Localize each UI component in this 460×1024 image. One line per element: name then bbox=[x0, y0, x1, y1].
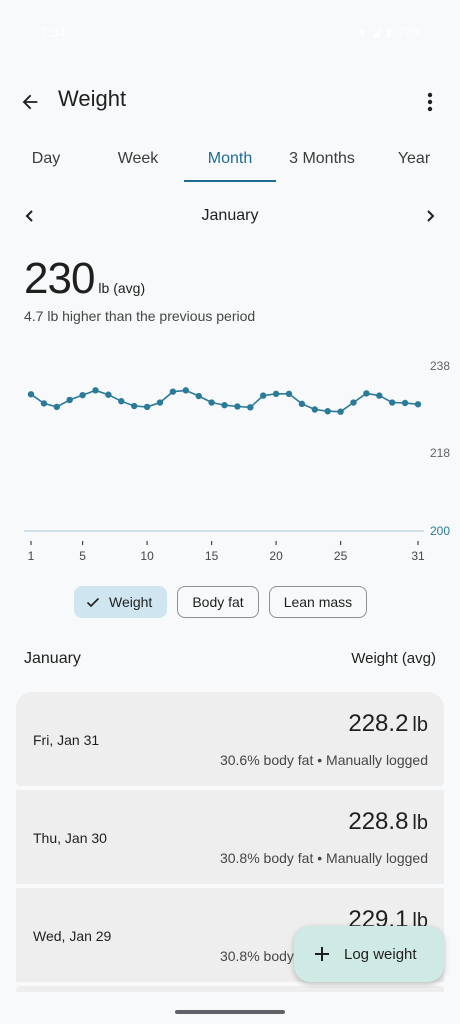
x-tick-label: 25 bbox=[334, 549, 348, 563]
data-point[interactable] bbox=[285, 390, 293, 398]
data-point[interactable] bbox=[131, 402, 138, 410]
entry-date: Thu, Jan 30 bbox=[33, 830, 107, 846]
period-tabs: Day Week Month 3 Months Year bbox=[0, 136, 460, 184]
data-point[interactable] bbox=[247, 404, 254, 411]
data-point[interactable] bbox=[324, 408, 331, 415]
summary-comparison: 4.7 lb higher than the previous period bbox=[24, 308, 256, 324]
arrow-back-icon bbox=[22, 94, 38, 110]
x-tick-label: 20 bbox=[269, 549, 283, 563]
tab-year[interactable]: Year bbox=[368, 136, 460, 184]
list-item[interactable]: Thu, Jan 30 228.8 lb 30.8% body fat • Man… bbox=[16, 790, 444, 884]
back-button[interactable] bbox=[12, 84, 48, 120]
more-vert-icon bbox=[427, 92, 433, 112]
check-icon bbox=[85, 594, 101, 610]
x-tick-label: 31 bbox=[411, 549, 425, 563]
data-point[interactable] bbox=[401, 399, 409, 407]
data-point[interactable] bbox=[234, 403, 241, 410]
entry-value-number: 228.2 bbox=[348, 710, 409, 737]
chip-lean-mass[interactable]: Lean mass bbox=[268, 586, 368, 618]
data-point[interactable] bbox=[66, 396, 73, 404]
data-point[interactable] bbox=[79, 391, 86, 399]
weight-series-line bbox=[30, 389, 419, 413]
entry-details: 30.6% body fat • Manually logged bbox=[219, 752, 428, 768]
chevron-right-icon bbox=[427, 210, 435, 222]
y-tick-label: 200 bbox=[430, 524, 450, 538]
entry-value: 228.2 lb bbox=[348, 710, 428, 738]
list-item[interactable]: Fri, Jan 31 228.2 lb 30.6% body fat • Man… bbox=[16, 692, 444, 786]
weight-chart[interactable]: 2382182001 5 10 15 20 25 31 bbox=[0, 350, 460, 570]
log-weight-button[interactable]: Log weight bbox=[294, 926, 444, 982]
x-tick-label: 1 bbox=[28, 549, 35, 563]
data-point[interactable] bbox=[208, 399, 215, 406]
data-point[interactable] bbox=[195, 392, 202, 400]
list-item[interactable] bbox=[16, 986, 444, 992]
signal-icon: ◢ bbox=[371, 26, 380, 39]
entry-value-unit: lb bbox=[412, 812, 428, 834]
chip-weight[interactable]: Weight bbox=[74, 586, 168, 618]
chip-weight-label: Weight bbox=[109, 594, 153, 610]
page-title: Weight bbox=[58, 86, 127, 111]
more-options-button[interactable] bbox=[414, 84, 446, 120]
data-point[interactable] bbox=[311, 406, 318, 413]
status-icons: ▾ ◢ ▮ 72% bbox=[360, 26, 420, 39]
wifi-icon: ▾ bbox=[359, 26, 366, 39]
tab-day[interactable]: Day bbox=[0, 136, 92, 184]
data-point[interactable] bbox=[363, 390, 370, 397]
next-period-button[interactable] bbox=[416, 202, 444, 230]
app-bar: Weight bbox=[0, 80, 460, 124]
entry-date: Fri, Jan 31 bbox=[33, 732, 100, 748]
list-header-month: January bbox=[24, 650, 81, 667]
x-tick-label: 10 bbox=[140, 549, 154, 563]
chip-body-fat-label: Body fat bbox=[192, 594, 244, 610]
tab-3-months[interactable]: 3 Months bbox=[276, 136, 368, 184]
chip-body-fat[interactable]: Body fat bbox=[177, 586, 259, 618]
list-header-metric: Weight (avg) bbox=[351, 650, 436, 667]
period-navigation: January bbox=[0, 200, 460, 232]
period-label: January bbox=[201, 207, 259, 224]
data-point[interactable] bbox=[260, 392, 267, 399]
entry-value: 228.8 lb bbox=[348, 808, 428, 836]
data-point[interactable] bbox=[156, 399, 164, 406]
data-point[interactable] bbox=[221, 401, 228, 409]
home-indicator[interactable] bbox=[175, 1010, 285, 1014]
data-point[interactable] bbox=[53, 403, 60, 411]
data-point[interactable] bbox=[414, 401, 422, 408]
entry-date: Wed, Jan 29 bbox=[33, 928, 112, 944]
tab-month[interactable]: Month bbox=[184, 136, 276, 184]
status-time: 7:34 bbox=[40, 24, 66, 40]
summary-unit: lb (avg) bbox=[98, 280, 146, 296]
data-point[interactable] bbox=[118, 398, 125, 405]
data-point[interactable] bbox=[92, 387, 99, 394]
data-point[interactable] bbox=[143, 403, 151, 411]
data-point[interactable] bbox=[350, 399, 357, 406]
log-weight-label: Log weight bbox=[344, 945, 417, 963]
data-point[interactable] bbox=[105, 391, 112, 398]
entry-value-unit: lb bbox=[412, 714, 428, 736]
data-point[interactable] bbox=[298, 400, 306, 408]
battery-level: 72% bbox=[397, 26, 420, 38]
list-header: January Weight (avg) bbox=[24, 650, 436, 674]
y-tick-label: 238 bbox=[430, 359, 450, 373]
data-point[interactable] bbox=[376, 392, 383, 399]
data-point[interactable] bbox=[389, 399, 396, 406]
entry-value-number: 228.8 bbox=[348, 808, 409, 835]
chip-lean-mass-label: Lean mass bbox=[283, 594, 353, 610]
weight-summary: 230 lb (avg) bbox=[24, 254, 145, 304]
data-point[interactable] bbox=[337, 408, 344, 415]
tab-week[interactable]: Week bbox=[92, 136, 184, 184]
x-tick-label: 5 bbox=[79, 549, 86, 563]
data-point[interactable] bbox=[272, 390, 280, 398]
summary-value: 230 bbox=[24, 254, 95, 303]
status-bar: 7:34 ▾ ◢ ▮ 72% bbox=[0, 0, 460, 64]
data-point[interactable] bbox=[169, 388, 177, 395]
metric-chips: Weight Body fat Lean mass bbox=[74, 586, 368, 618]
data-point[interactable] bbox=[40, 400, 48, 407]
y-tick-label: 218 bbox=[430, 446, 450, 460]
data-point[interactable] bbox=[182, 387, 189, 394]
battery-icon: ▮ bbox=[385, 26, 392, 39]
entry-details: 30.8% body fat • Manually logged bbox=[219, 850, 428, 866]
add-icon bbox=[314, 946, 330, 962]
data-point[interactable] bbox=[27, 391, 35, 398]
x-tick-label: 15 bbox=[205, 549, 219, 563]
